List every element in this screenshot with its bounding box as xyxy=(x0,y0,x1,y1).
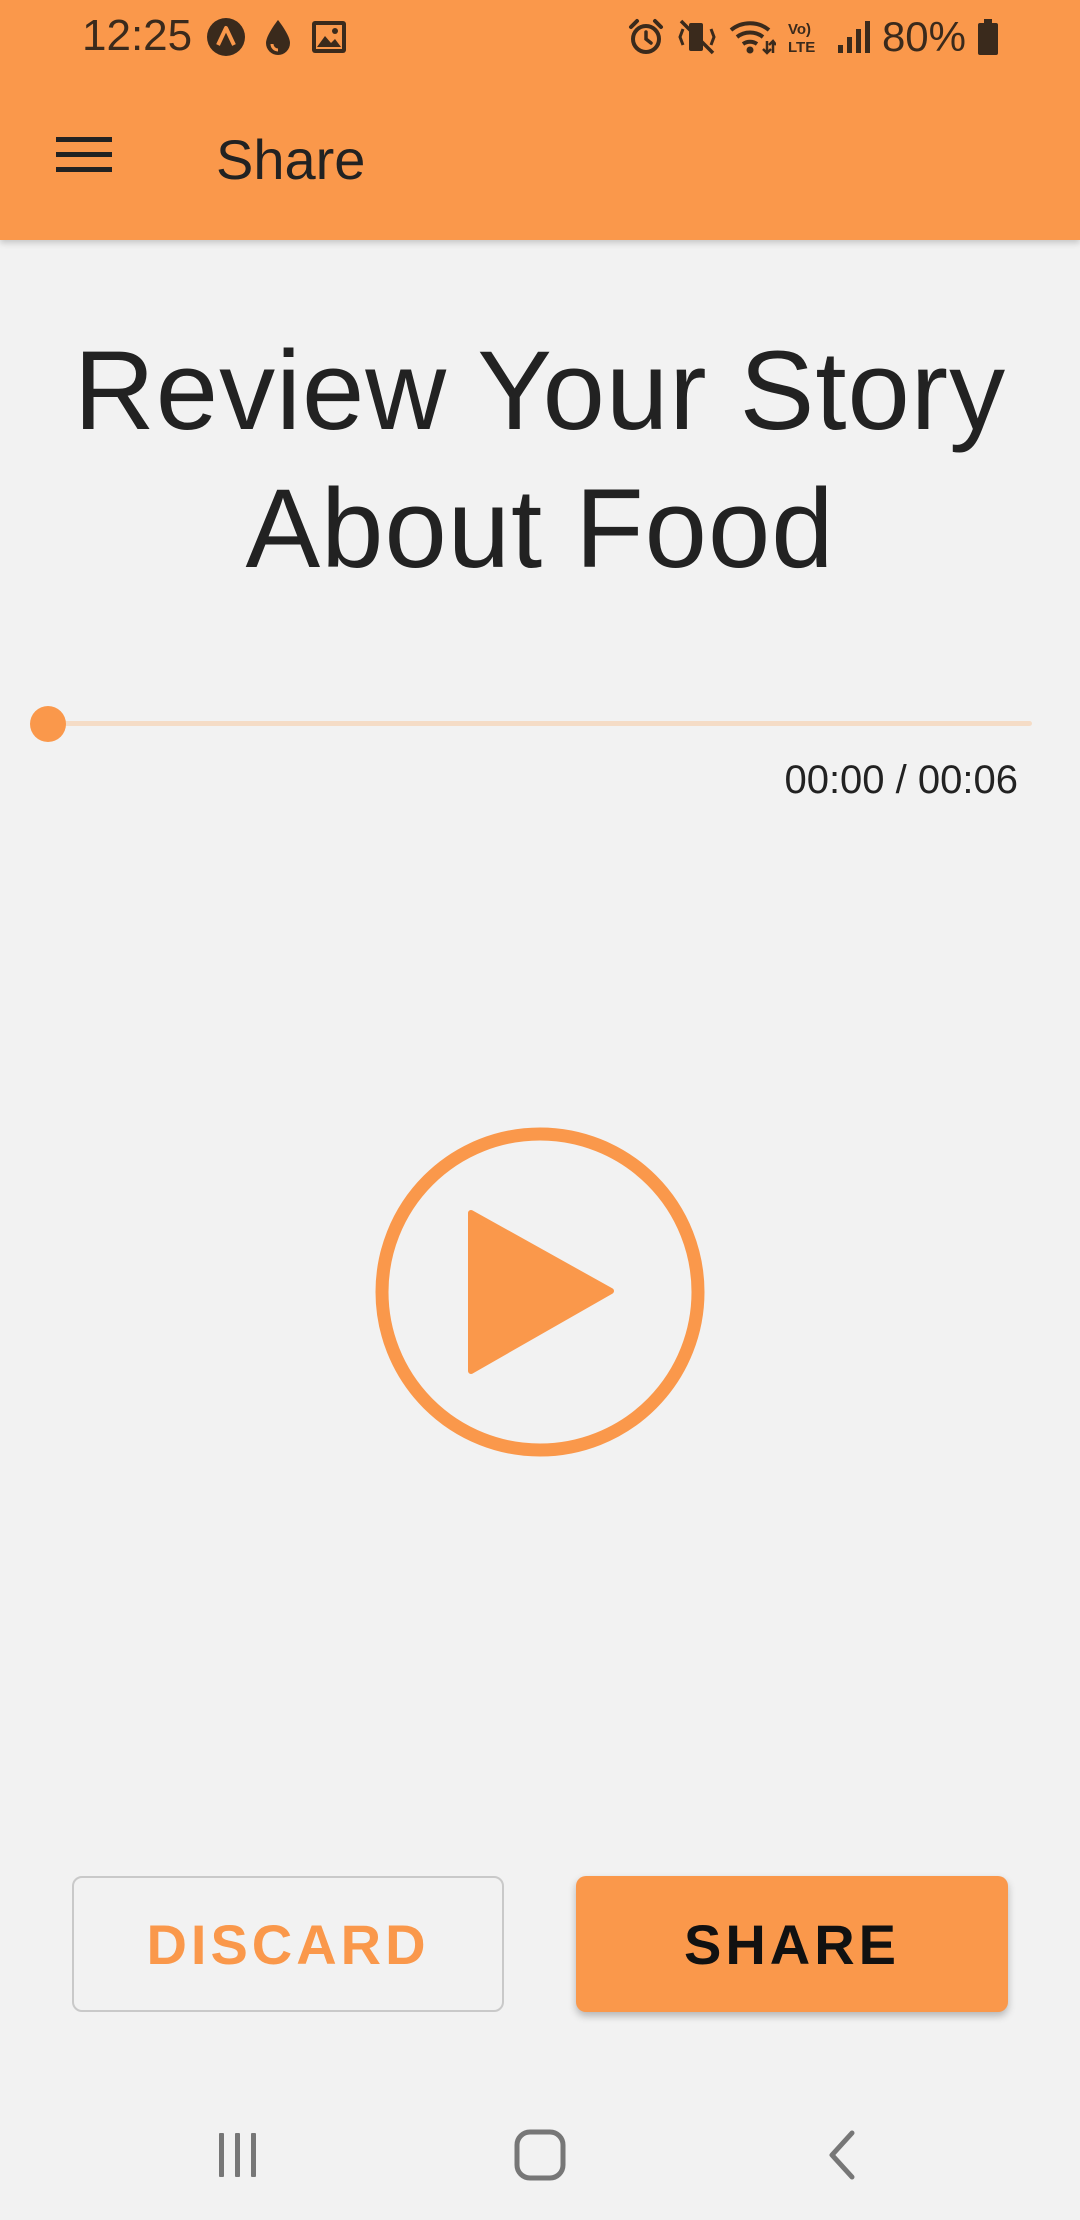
top-bar: 12:25 Vo) LTE 80% Share xyxy=(0,0,1080,240)
signal-icon xyxy=(836,17,872,57)
story-title: Review Your Story About Food xyxy=(73,328,1007,591)
vibrate-mute-icon xyxy=(676,17,718,57)
wifi-icon xyxy=(728,17,776,57)
status-bar: 12:25 Vo) LTE 80% xyxy=(0,0,1080,72)
play-button[interactable] xyxy=(375,1127,705,1457)
menu-button[interactable] xyxy=(44,116,124,196)
status-right-icons: Vo) LTE 80% xyxy=(626,12,1000,62)
progress-track xyxy=(48,721,1032,726)
status-time: 12:25 xyxy=(82,11,193,60)
a-badge-icon xyxy=(206,17,246,57)
image-icon xyxy=(310,19,348,55)
droplet-icon xyxy=(262,17,294,57)
battery-percent: 80% xyxy=(881,13,966,60)
recent-apps-icon xyxy=(219,2133,256,2177)
time-readout: 00:00 / 00:06 xyxy=(784,758,1018,802)
recent-apps-button[interactable] xyxy=(188,2110,288,2200)
hamburger-menu-icon xyxy=(56,134,112,179)
back-icon xyxy=(829,2130,855,2180)
progress-thumb[interactable] xyxy=(30,706,66,742)
system-nav-bar xyxy=(0,2080,1080,2220)
alarm-icon xyxy=(626,17,666,57)
status-left-icons xyxy=(206,14,348,60)
svg-text:Vo): Vo) xyxy=(788,21,811,38)
back-button[interactable] xyxy=(792,2110,892,2200)
battery-icon xyxy=(976,17,1000,57)
home-button[interactable] xyxy=(490,2110,590,2200)
app-bar: Share xyxy=(0,72,1080,240)
play-circle-icon xyxy=(375,1127,705,1457)
discard-button[interactable]: DISCARD xyxy=(72,1876,504,2012)
svg-text:LTE: LTE xyxy=(788,39,815,56)
home-icon xyxy=(514,2129,566,2181)
volte-icon: Vo) LTE xyxy=(786,17,826,57)
audio-progress-slider[interactable] xyxy=(28,700,1032,748)
share-button[interactable]: SHARE xyxy=(576,1876,1008,2012)
app-bar-title: Share xyxy=(216,128,366,191)
